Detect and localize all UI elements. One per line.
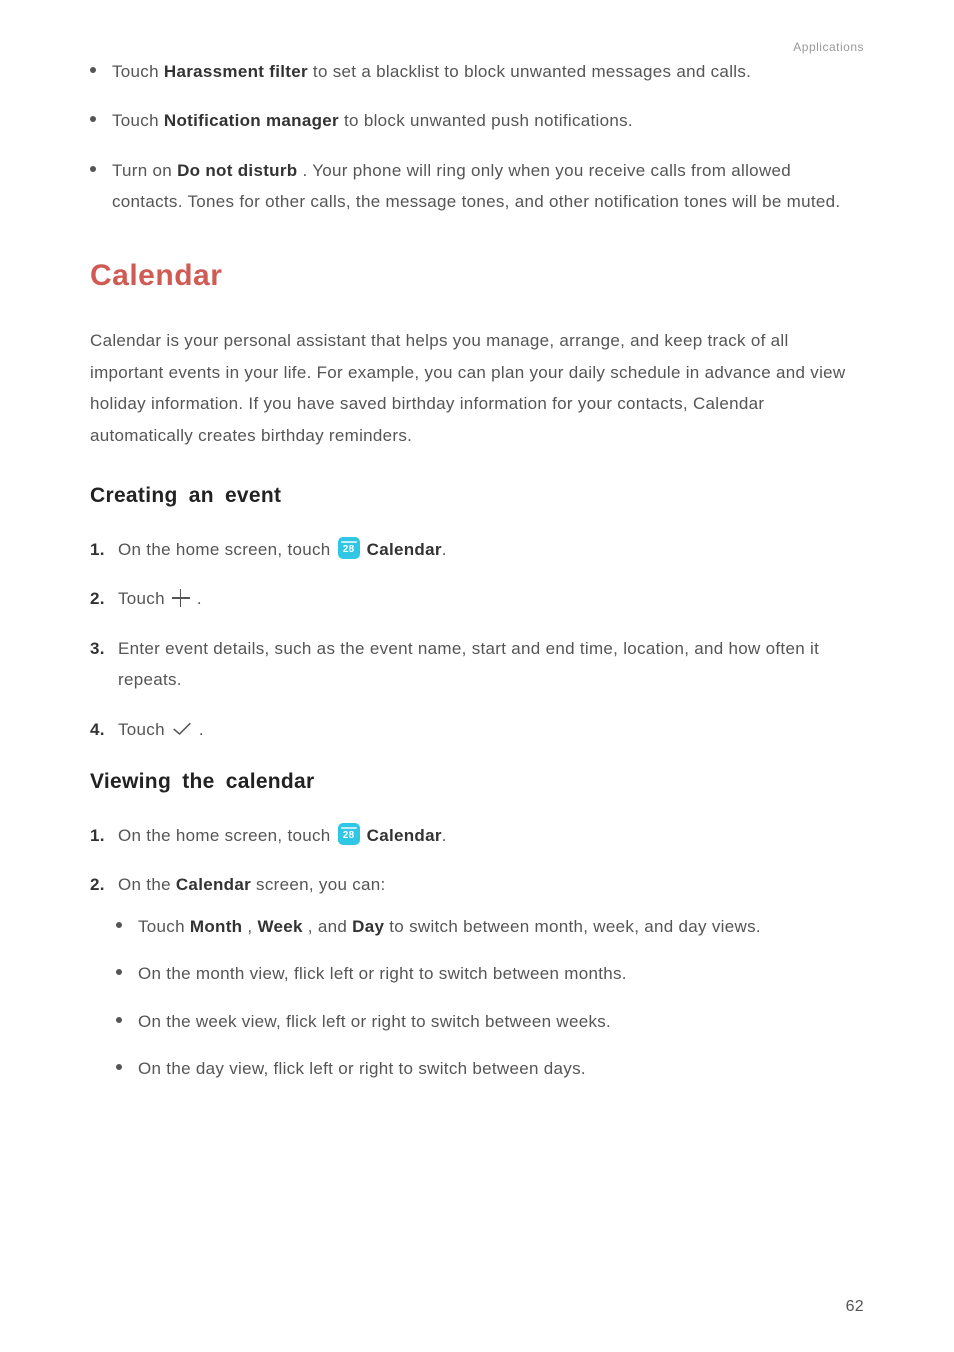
step-item: 1. On the home screen, touch Calendar. <box>90 820 864 851</box>
list-item: On the day view, flick left or right to … <box>116 1053 864 1084</box>
plus-icon <box>172 589 190 607</box>
step-item: 1. On the home screen, touch Calendar. <box>90 534 864 565</box>
period: . <box>199 720 204 739</box>
period: . <box>442 826 447 845</box>
period: . <box>197 589 202 608</box>
text: Touch <box>118 589 170 608</box>
text: Enter event details, such as the event n… <box>118 639 819 689</box>
top-instructions-list: Touch Harassment filter to set a blackli… <box>90 56 864 218</box>
bold-text: Calendar <box>176 875 251 894</box>
list-item: Touch Month , Week , and Day to switch b… <box>116 911 864 942</box>
step-item: 2. Touch . <box>90 583 864 614</box>
creating-steps-list: 1. On the home screen, touch Calendar. 2… <box>90 534 864 745</box>
bold-text: Notification manager <box>164 111 339 130</box>
text: On the home screen, touch <box>118 826 336 845</box>
bold-text: Week <box>257 917 302 936</box>
text: Turn on <box>112 161 177 180</box>
check-icon <box>172 721 192 737</box>
bold-text: Do not disturb <box>177 161 297 180</box>
section-intro: Calendar is your personal assistant that… <box>90 325 864 451</box>
text: Touch <box>112 62 164 81</box>
bold-text: Month <box>190 917 242 936</box>
header-section-label: Applications <box>793 36 864 58</box>
section-title-calendar: Calendar <box>90 248 864 304</box>
viewing-sub-list: Touch Month , Week , and Day to switch b… <box>116 911 864 1085</box>
step-number: 1. <box>90 534 105 565</box>
text: to switch between month, week, and day v… <box>389 917 761 936</box>
step-item: 4. Touch . <box>90 714 864 745</box>
list-item: Touch Notification manager to block unwa… <box>90 105 864 136</box>
text: On the home screen, touch <box>118 540 336 559</box>
bold-text: Calendar <box>367 540 442 559</box>
step-number: 2. <box>90 583 105 614</box>
text: Touch <box>118 720 170 739</box>
text: Touch <box>138 917 190 936</box>
list-item: On the week view, flick left or right to… <box>116 1006 864 1037</box>
period: . <box>442 540 447 559</box>
viewing-steps-list: 1. On the home screen, touch Calendar. 2… <box>90 820 864 1085</box>
list-item: Touch Harassment filter to set a blackli… <box>90 56 864 87</box>
text: to set a blacklist to block unwanted mes… <box>313 62 751 81</box>
page-number: 62 <box>846 1292 864 1322</box>
bold-text: Calendar <box>367 826 442 845</box>
step-number: 4. <box>90 714 105 745</box>
calendar-icon <box>338 537 360 559</box>
list-item: On the month view, flick left or right t… <box>116 958 864 989</box>
step-number: 3. <box>90 633 105 664</box>
text: On the day view, flick left or right to … <box>138 1059 586 1078</box>
text: screen, you can: <box>256 875 386 894</box>
text: to block unwanted push notifications. <box>344 111 633 130</box>
text: On the week view, flick left or right to… <box>138 1012 611 1031</box>
bold-text: Harassment filter <box>164 62 308 81</box>
step-item: 2. On the Calendar screen, you can: Touc… <box>90 869 864 1084</box>
text: , and <box>308 917 352 936</box>
subsection-title-viewing: Viewing the calendar <box>90 763 864 802</box>
text: On the month view, flick left or right t… <box>138 964 627 983</box>
step-number: 2. <box>90 869 105 900</box>
text: On the <box>118 875 176 894</box>
subsection-title-creating: Creating an event <box>90 477 864 516</box>
text: , <box>247 917 257 936</box>
step-number: 1. <box>90 820 105 851</box>
text: Touch <box>112 111 164 130</box>
step-item: 3. Enter event details, such as the even… <box>90 633 864 696</box>
list-item: Turn on Do not disturb . Your phone will… <box>90 155 864 218</box>
calendar-icon <box>338 823 360 845</box>
bold-text: Day <box>352 917 384 936</box>
